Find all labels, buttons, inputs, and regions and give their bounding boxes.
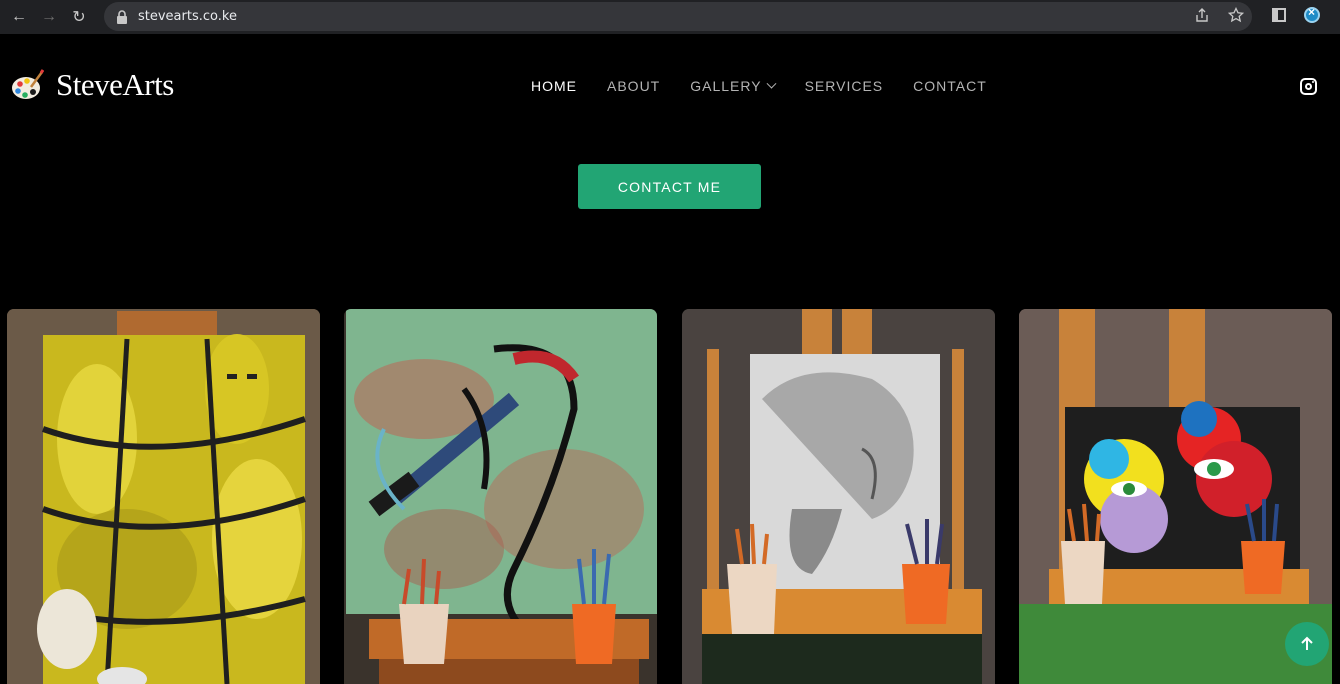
main-navigation: HOME ABOUT GALLERY SERVICES CONTACT (531, 78, 987, 94)
nav-home[interactable]: HOME (531, 78, 577, 94)
address-bar[interactable]: stevearts.co.ke (104, 2, 1252, 31)
gallery-item-colorful-eyes[interactable] (1019, 309, 1332, 684)
star-icon[interactable] (1228, 7, 1244, 23)
brand-name: SteveArts (56, 67, 174, 102)
scroll-to-top-button[interactable] (1285, 622, 1329, 666)
painting-image (682, 309, 995, 684)
contact-me-button[interactable]: CONTACT ME (578, 164, 761, 209)
back-icon[interactable]: ← (8, 6, 30, 28)
site-logo[interactable]: SteveArts (11, 67, 174, 103)
painting-image (344, 309, 657, 684)
nav-about[interactable]: ABOUT (607, 78, 660, 94)
nav-gallery[interactable]: GALLERY (690, 78, 777, 94)
browser-toolbar: ← → ↻ stevearts.co.ke (0, 0, 1340, 34)
painting-image (7, 309, 320, 684)
palette-icon (12, 69, 44, 99)
nav-gallery-label: GALLERY (690, 78, 762, 94)
side-panel-icon[interactable] (1272, 8, 1286, 22)
gallery-item-elephant[interactable] (682, 309, 995, 684)
reload-icon[interactable]: ↻ (68, 6, 90, 28)
extension-icon[interactable] (1304, 5, 1320, 23)
nav-services[interactable]: SERVICES (805, 78, 884, 94)
gallery-item-abstract-musician[interactable] (344, 309, 657, 684)
instagram-icon[interactable] (1300, 78, 1317, 95)
chevron-down-icon (766, 78, 777, 89)
site-header: SteveArts HOME ABOUT GALLERY SERVICES CO… (0, 34, 1340, 140)
painting-image (1019, 309, 1332, 684)
forward-icon[interactable]: → (38, 6, 60, 28)
nav-contact[interactable]: CONTACT (913, 78, 987, 94)
url-text: stevearts.co.ke (138, 9, 237, 24)
lock-icon (117, 9, 127, 24)
share-icon[interactable] (1194, 7, 1210, 23)
arrow-up-icon (1301, 636, 1313, 650)
gallery-item-yellow-tribal-masks[interactable] (7, 309, 320, 684)
